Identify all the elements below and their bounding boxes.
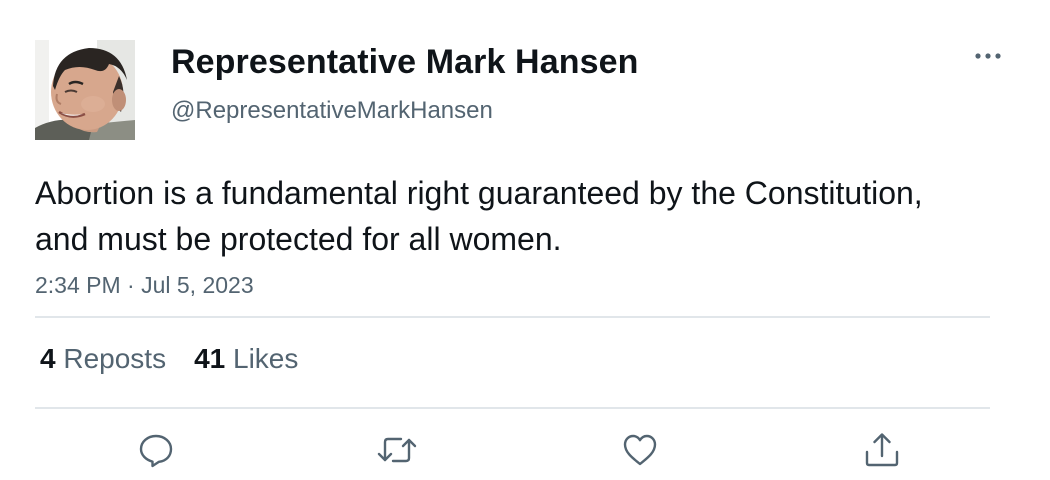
tweet-card: Representative Mark Hansen @Representati… [0, 0, 1050, 480]
divider [35, 316, 990, 318]
engagement-stats: 4 Reposts 41 Likes [40, 340, 326, 378]
reply-icon [139, 434, 173, 468]
repost-button[interactable] [375, 428, 419, 472]
share-button[interactable] [860, 428, 904, 472]
like-button[interactable] [618, 428, 662, 472]
tweet-timestamp[interactable]: 2:34 PM · Jul 5, 2023 [35, 270, 254, 300]
like-icon [623, 434, 657, 466]
repost-icon [377, 437, 417, 463]
reposts-count: 4 [40, 343, 56, 374]
divider [35, 407, 990, 409]
avatar-photo [35, 40, 135, 140]
more-icon [975, 53, 1001, 59]
more-button[interactable] [968, 42, 1008, 70]
tweet-text: Abortion is a fundamental right guarante… [35, 175, 923, 257]
reposts-stat[interactable]: 4 Reposts [40, 340, 166, 378]
avatar[interactable] [35, 40, 135, 140]
reposts-label: Reposts [63, 343, 167, 374]
reply-button[interactable] [134, 428, 178, 472]
author-handle[interactable]: @RepresentativeMarkHansen [171, 96, 493, 126]
share-icon [865, 433, 899, 467]
likes-count: 41 [194, 343, 226, 374]
likes-label: Likes [233, 343, 299, 374]
author-display-name[interactable]: Representative Mark Hansen [171, 40, 638, 84]
likes-stat[interactable]: 41 Likes [194, 340, 298, 378]
